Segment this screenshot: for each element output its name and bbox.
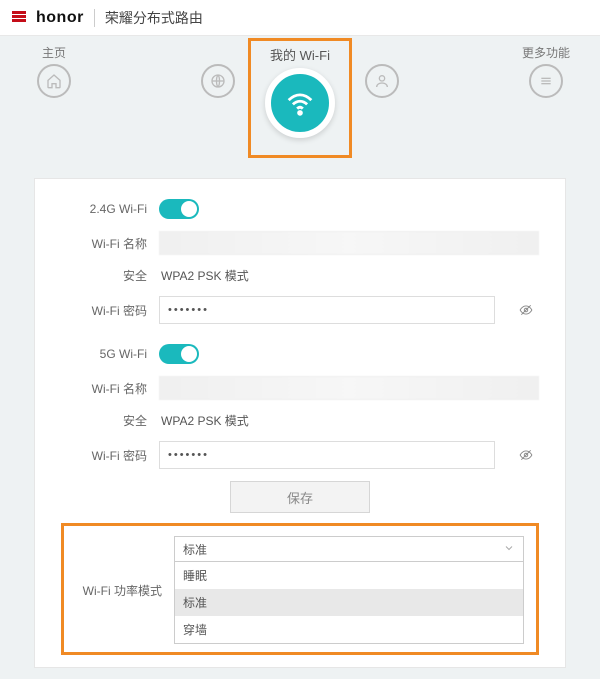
wifi24-password-label: Wi-Fi 密码 — [61, 302, 147, 319]
wifi-power-mode-highlight: Wi-Fi 功率模式 标准 睡眠 标准 穿墙 — [61, 523, 539, 655]
nav-user[interactable] — [352, 44, 412, 156]
nav-home[interactable]: 主页 — [24, 44, 84, 156]
wifi-settings-panel: 2.4G Wi-Fi Wi-Fi 名称 安全 WPA2 PSK 模式 Wi-Fi… — [34, 178, 566, 668]
wifi24-section-label: 2.4G Wi-Fi — [61, 202, 147, 216]
save-button[interactable]: 保存 — [230, 481, 370, 513]
wifi24-security-value: WPA2 PSK 模式 — [159, 267, 539, 284]
wifi5-password-input[interactable]: ••••••• — [159, 441, 495, 469]
wifi24-toggle-row: 2.4G Wi-Fi — [61, 199, 539, 219]
honor-logo-mark — [12, 11, 26, 25]
chevron-down-icon — [503, 542, 515, 557]
wifi5-toggle[interactable] — [159, 344, 199, 364]
nav-internet[interactable] — [188, 44, 248, 156]
user-icon — [365, 64, 399, 98]
app-header: honor 荣耀分布式路由 — [0, 0, 600, 36]
menu-icon — [529, 64, 563, 98]
wifi24-security-row: 安全 WPA2 PSK 模式 — [61, 267, 539, 284]
wifi5-section-label: 5G Wi-Fi — [61, 347, 147, 361]
brand-divider — [94, 9, 95, 27]
power-option-standard[interactable]: 标准 — [175, 589, 523, 616]
wifi-icon — [283, 86, 317, 120]
wifi5-password-row: Wi-Fi 密码 ••••••• — [61, 441, 539, 469]
product-name: 荣耀分布式路由 — [105, 8, 203, 28]
top-nav: 主页 我的 Wi-Fi 更多功能 — [0, 36, 600, 156]
globe-icon — [201, 64, 235, 98]
power-mode-selected: 标准 — [183, 541, 207, 558]
wifi5-security-row: 安全 WPA2 PSK 模式 — [61, 412, 539, 429]
wifi5-name-label: Wi-Fi 名称 — [61, 380, 147, 397]
nav-internet-label — [216, 44, 219, 60]
nav-wifi-highlight: 我的 Wi-Fi — [248, 38, 352, 158]
wifi24-name-label: Wi-Fi 名称 — [61, 235, 147, 252]
wifi5-password-mask: ••••••• — [168, 449, 209, 461]
nav-more-label: 更多功能 — [522, 44, 570, 60]
home-icon — [37, 64, 71, 98]
eye-icon — [517, 303, 535, 317]
nav-user-label — [380, 44, 383, 60]
power-mode-label: Wi-Fi 功率模式 — [76, 582, 162, 599]
wifi24-password-visibility-toggle[interactable] — [513, 298, 539, 322]
nav-home-label: 主页 — [42, 44, 66, 60]
power-mode-options: 睡眠 标准 穿墙 — [174, 562, 524, 644]
wifi5-name-row: Wi-Fi 名称 — [61, 376, 539, 400]
wifi24-name-input[interactable] — [159, 231, 539, 255]
wifi5-password-visibility-toggle[interactable] — [513, 443, 539, 467]
wifi5-toggle-row: 5G Wi-Fi — [61, 344, 539, 364]
wifi24-security-label: 安全 — [61, 267, 147, 284]
power-option-sleep[interactable]: 睡眠 — [175, 562, 523, 589]
nav-wifi-label: 我的 Wi-Fi — [270, 45, 330, 64]
wifi24-password-input[interactable]: ••••••• — [159, 296, 495, 324]
wifi24-password-row: Wi-Fi 密码 ••••••• — [61, 296, 539, 324]
nav-more[interactable]: 更多功能 — [516, 44, 576, 156]
eye-icon — [517, 448, 535, 462]
power-mode-row: Wi-Fi 功率模式 标准 睡眠 标准 穿墙 — [76, 536, 524, 644]
wifi24-name-row: Wi-Fi 名称 — [61, 231, 539, 255]
wifi5-security-label: 安全 — [61, 412, 147, 429]
wifi24-toggle[interactable] — [159, 199, 199, 219]
brand-text: honor — [36, 9, 84, 27]
power-mode-select-head[interactable]: 标准 — [174, 536, 524, 562]
wifi5-name-input[interactable] — [159, 376, 539, 400]
power-option-wall[interactable]: 穿墙 — [175, 616, 523, 643]
nav-wifi-button[interactable] — [265, 68, 335, 138]
wifi5-password-label: Wi-Fi 密码 — [61, 447, 147, 464]
power-mode-select[interactable]: 标准 睡眠 标准 穿墙 — [174, 536, 524, 644]
wifi5-security-value: WPA2 PSK 模式 — [159, 412, 539, 429]
wifi24-password-mask: ••••••• — [168, 304, 209, 316]
